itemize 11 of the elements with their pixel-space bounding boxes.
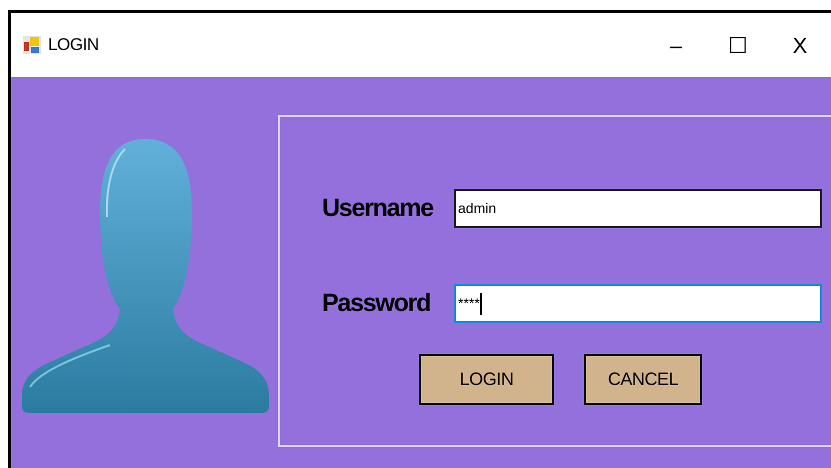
field-label: Password (322, 288, 432, 319)
close-button[interactable]: X (769, 25, 831, 65)
window-title: LOGIN (48, 34, 99, 56)
login-button[interactable]: LOGIN (419, 354, 554, 405)
app-icon (22, 35, 42, 55)
minimize-button[interactable]: – (645, 25, 707, 65)
password-field[interactable]: **** (454, 284, 822, 323)
text-field[interactable]: admin (454, 189, 822, 228)
maximize-button[interactable]: ☐ (707, 25, 769, 65)
cancel-button[interactable]: CANCEL (584, 354, 702, 405)
field-label: Username (322, 192, 434, 224)
